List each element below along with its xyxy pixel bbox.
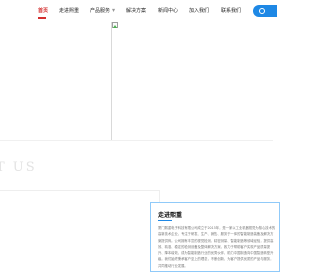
broken-image-icon (112, 22, 119, 29)
about-title: 走进熙重 (158, 212, 183, 219)
hero-left-area (0, 22, 111, 140)
contact-button[interactable] (253, 5, 277, 17)
nav-item-contact[interactable]: 联系我们 (221, 6, 241, 16)
hero-bottom-rule (0, 140, 273, 141)
about-panel: 走进熙重 厦门熙重电子科技有限公司成立于2015年，是一家以工业机器视觉为核心技… (150, 202, 280, 272)
nav-item-news[interactable]: 新闻中心 (158, 6, 178, 16)
about-title-underline (158, 220, 172, 221)
content-card-outline (0, 190, 160, 264)
nav-item-products-label: 产品服务 (90, 8, 111, 14)
nav-item-solutions[interactable]: 解决方案 (126, 6, 146, 16)
nav-active-indicator (38, 17, 46, 19)
top-navigation: 首页 走进熙重 产品服务 ▼ 解决方案 新闻中心 加入我们 联系我们 (0, 0, 277, 22)
nav-item-products[interactable]: 产品服务 ▼ (90, 6, 115, 16)
nav-item-join[interactable]: 加入我们 (189, 6, 209, 16)
hero-divider (111, 22, 112, 140)
nav-item-about[interactable]: 走进熙重 (59, 6, 79, 16)
phone-icon (259, 8, 265, 14)
section-watermark-text: T US (0, 160, 37, 175)
chevron-down-icon: ▼ (112, 7, 116, 13)
about-body-text: 厦门熙重电子科技有限公司成立于2015年，是一家以工业机器视觉为核心技术的高新技… (158, 226, 276, 268)
broken-image-mountain (113, 25, 117, 28)
nav-item-home[interactable]: 首页 (38, 6, 48, 16)
